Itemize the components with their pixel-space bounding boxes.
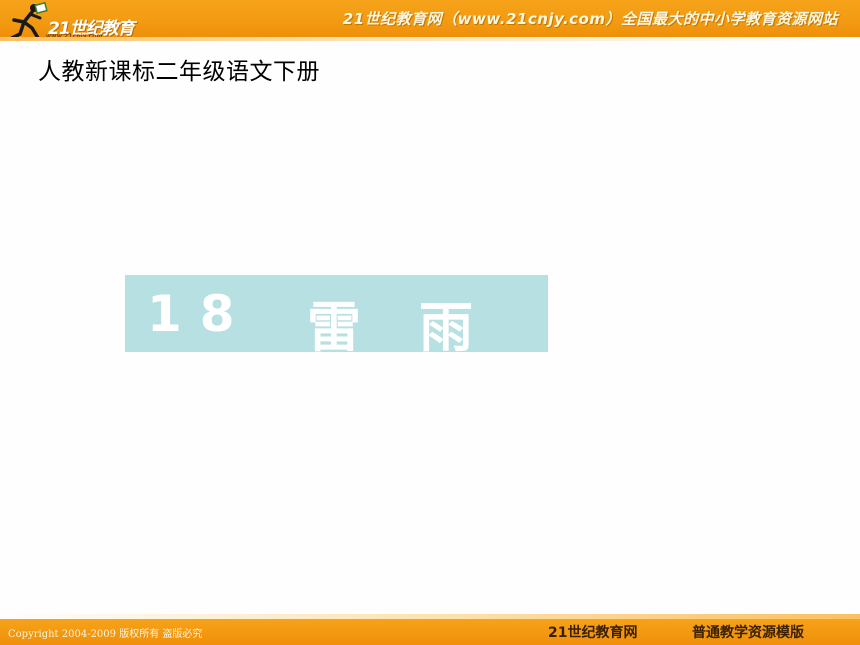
footer-tagline: 普通教学资源模版 bbox=[692, 625, 804, 641]
lesson-title-box: 18 雷雨 bbox=[125, 275, 548, 359]
footer-bar: Copyright 2004-2009 版权所有 盗版必究 21世纪教育网 普通… bbox=[0, 619, 860, 645]
copyright-text: Copyright 2004-2009 版权所有 盗版必究 bbox=[8, 629, 203, 640]
header-divider bbox=[0, 37, 860, 41]
slide-subtitle: 人教新课标二年级语文下册 bbox=[38, 59, 320, 85]
header-slogan: 21世纪教育网（www.21cnjy.com）全国最大的中小学教育资源网站 bbox=[342, 10, 838, 28]
header-bar: 21世纪教育 www.21cnjy.com 21世纪教育网（www.21cnjy… bbox=[0, 0, 860, 40]
lesson-title: 雷雨 bbox=[307, 296, 531, 359]
lesson-number: 18 bbox=[147, 285, 253, 343]
site-logo[interactable]: 21世纪教育 www.21cnjy.com bbox=[4, 2, 139, 42]
footer-brand: 21世纪教育网 bbox=[548, 625, 638, 641]
runner-icon bbox=[10, 2, 48, 40]
